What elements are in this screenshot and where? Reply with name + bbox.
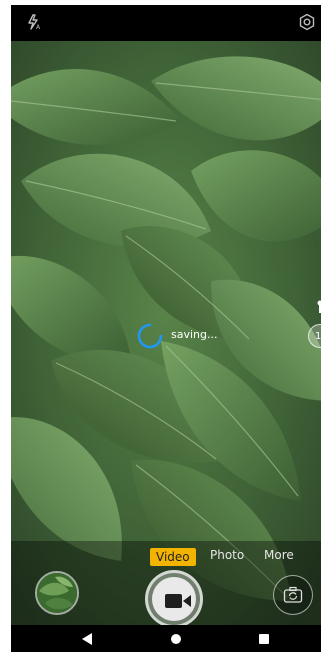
camera-screen: A saving... 1 Video Photo More <box>11 5 321 652</box>
saving-text: saving... <box>171 328 218 341</box>
saving-indicator: saving... <box>131 321 231 351</box>
switch-camera-button[interactable] <box>273 575 313 615</box>
recents-square-icon[interactable] <box>258 633 270 645</box>
gear-icon[interactable] <box>298 13 316 31</box>
viewfinder[interactable]: saving... 1.0 Video Photo More <box>11 41 321 625</box>
gallery-thumbnail[interactable] <box>35 571 79 615</box>
camera-controls: Video Photo More <box>11 541 321 625</box>
flash-auto-icon[interactable]: A <box>25 13 43 31</box>
top-bar: A <box>11 5 321 41</box>
svg-text:A: A <box>36 24 41 31</box>
mode-video[interactable]: Video <box>150 548 196 566</box>
video-camera-icon <box>165 594 191 608</box>
zoom-slider-handle-icon[interactable] <box>316 300 321 314</box>
switch-camera-icon <box>283 586 303 603</box>
loading-spinner-icon <box>137 323 163 349</box>
record-button[interactable] <box>145 570 203 625</box>
mode-photo[interactable]: Photo <box>210 548 244 562</box>
system-nav-bar <box>11 625 321 652</box>
home-circle-icon[interactable] <box>170 633 182 645</box>
back-triangle-icon[interactable] <box>80 632 94 646</box>
mode-more[interactable]: More <box>264 548 294 562</box>
